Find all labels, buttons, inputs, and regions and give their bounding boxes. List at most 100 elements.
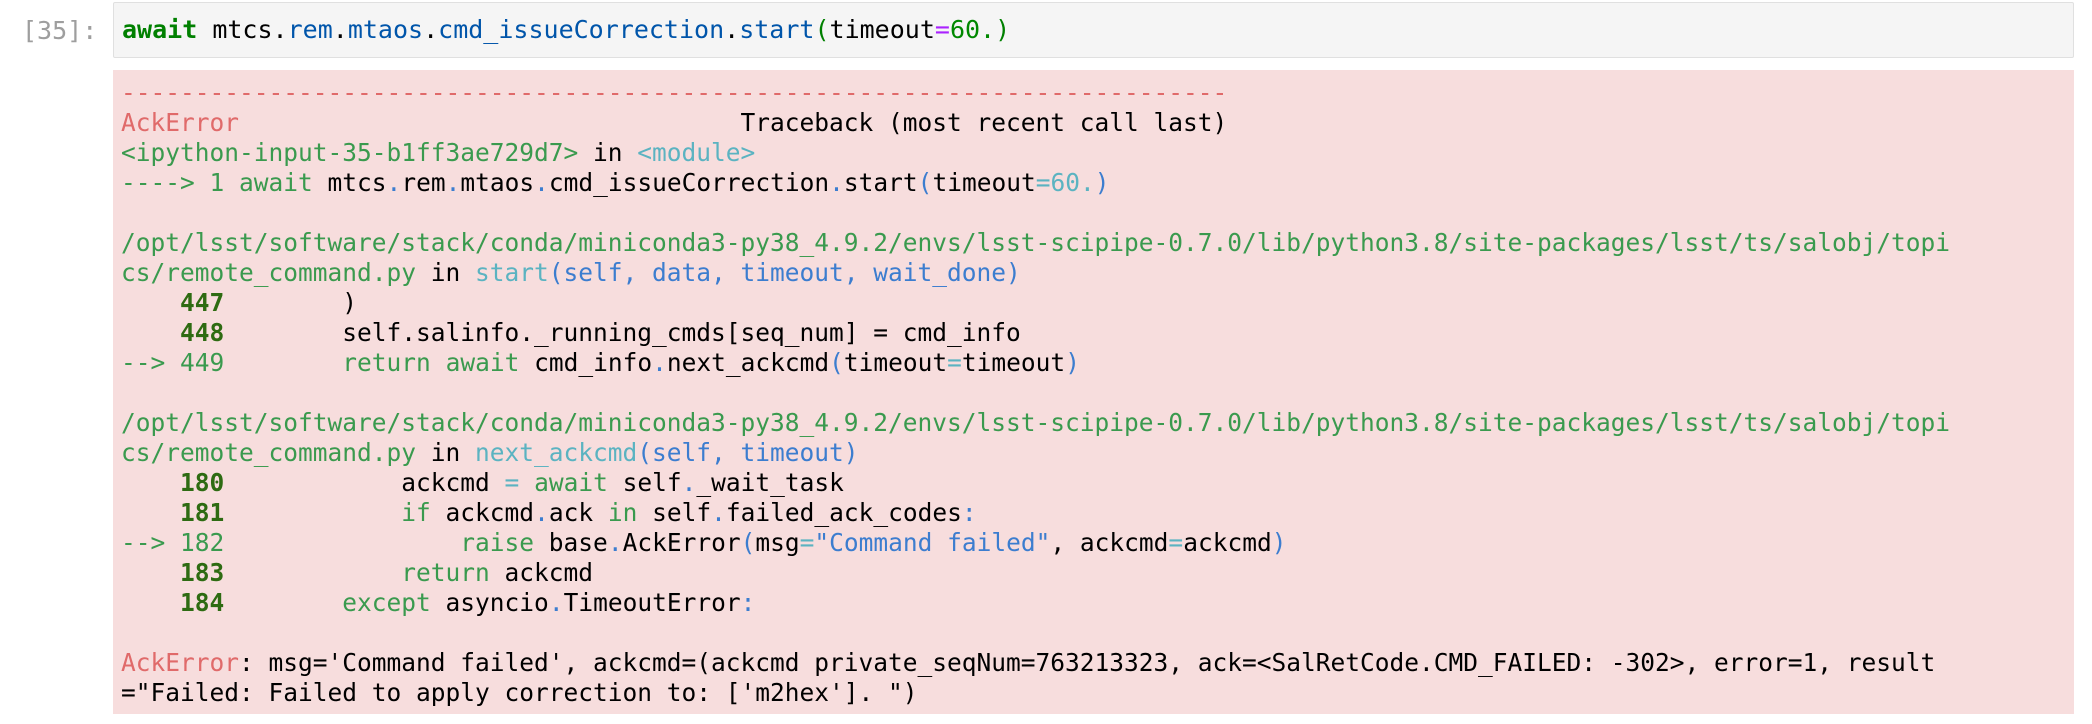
code-paren: ( xyxy=(740,528,756,557)
code-text: self xyxy=(607,468,682,497)
code-eq: = xyxy=(799,528,815,557)
code-dot: . xyxy=(534,498,549,527)
frame1-path-line1: /opt/lsst/software/stack/conda/miniconda… xyxy=(121,228,1951,257)
final-error-name: AckError xyxy=(121,648,240,677)
code-number: 60. xyxy=(949,15,996,44)
code-dot: . xyxy=(724,15,740,44)
frame2-path-tail: cs/remote_command.py xyxy=(121,438,417,467)
error-name: AckError xyxy=(121,108,240,137)
frame1-path-tail: cs/remote_command.py xyxy=(121,258,417,287)
error-output: ----------------------------------------… xyxy=(113,70,2074,714)
frame2-signature: (self, timeout) xyxy=(637,438,859,467)
code-attr-mtaos: mtaos xyxy=(347,15,424,44)
frame0-arrow: ----> 1 xyxy=(121,168,240,197)
header-gap xyxy=(239,108,741,137)
code-obj: mtcs xyxy=(212,15,273,44)
frame1-line-447: 447 ) xyxy=(121,288,2074,318)
frame0-in: in xyxy=(578,138,638,167)
code-eq: = xyxy=(947,348,962,377)
code-dot: . xyxy=(681,468,697,497)
kw-except: except xyxy=(342,588,431,617)
kw-return: return xyxy=(342,348,431,377)
code-class: AckError xyxy=(622,528,741,557)
traceback-separator: ----------------------------------------… xyxy=(121,78,1228,107)
line-number: 181 xyxy=(121,498,225,527)
frame1-func: start xyxy=(475,258,549,287)
frame0-location-line: <ipython-input-35-b1ff3ae729d7> in <modu… xyxy=(121,138,2074,168)
code-text: ack xyxy=(548,498,608,527)
frame0-eq: = xyxy=(1035,168,1051,197)
code-text: base xyxy=(534,528,608,557)
code-text: asyncio xyxy=(430,588,549,617)
code-paren: ( xyxy=(814,15,830,44)
code-dot: . xyxy=(423,15,439,44)
code-paren: ) xyxy=(1271,528,1287,557)
line-code: ) xyxy=(224,288,358,317)
code-eq: = xyxy=(1168,528,1184,557)
code-dot: . xyxy=(607,528,623,557)
frame0-code-line: ----> 1 await mtcs.rem.mtaos.cmd_issueCo… xyxy=(121,168,2074,198)
code-val: ackcmd xyxy=(1183,528,1272,557)
code-paren: ( xyxy=(829,348,844,377)
code-attr-cmd: cmd_issueCorrection xyxy=(438,15,725,44)
code-colon: : xyxy=(740,588,756,617)
code-dot: . xyxy=(548,588,564,617)
code-input-cell[interactable]: await mtcs.rem.mtaos.cmd_issueCorrection… xyxy=(113,2,2074,58)
frame0-val: 60. xyxy=(1050,168,1095,197)
code-equals: = xyxy=(934,15,950,44)
frame2-line-181: 181 if ackcmd.ack in self.failed_ack_cod… xyxy=(121,498,2074,528)
frame1-signature: (self, data, timeout, wait_done) xyxy=(548,258,1021,287)
kw-if: if xyxy=(401,498,431,527)
frame2-line-184: 184 except asyncio.TimeoutError: xyxy=(121,588,2074,618)
code-val: timeout xyxy=(961,348,1066,377)
code-text: cmd_info xyxy=(519,348,653,377)
code-dot: . xyxy=(332,15,348,44)
final-error-line2: ="Failed: Failed to apply correction to:… xyxy=(121,678,918,707)
line-code: self.salinfo._running_cmds[seq_num] = cm… xyxy=(224,318,1021,347)
line-number: 447 xyxy=(121,288,225,317)
frame0-obj: mtcs xyxy=(312,168,387,197)
frame0-dot: . xyxy=(534,168,549,197)
frame2-path-line2: cs/remote_command.py in next_ackcmd(self… xyxy=(121,438,2074,468)
code-line[interactable]: await mtcs.rem.mtaos.cmd_issueCorrection… xyxy=(122,15,1010,45)
code-string: "Command failed" xyxy=(814,528,1051,557)
frame1-path-line2: cs/remote_command.py in start(self, data… xyxy=(121,258,2074,288)
code-arg: timeout xyxy=(829,15,935,44)
code-attr-rem: rem xyxy=(287,15,333,44)
code-eq: = xyxy=(504,468,520,497)
code-text: ackcmd xyxy=(224,468,505,497)
frame0-dot: . xyxy=(445,168,461,197)
frame0-paren: ) xyxy=(1094,168,1110,197)
traceback-header: AckError Traceback (most recent call las… xyxy=(121,108,2074,138)
code-arg: msg xyxy=(755,528,800,557)
frame0-location: <ipython-input-35-b1ff3ae729d7> xyxy=(121,138,579,167)
kw-await: await xyxy=(534,468,608,497)
code-paren: ) xyxy=(1065,348,1080,377)
frame2-line-183: 183 return ackcmd xyxy=(121,558,2074,588)
frame2-line-182: --> 182 raise base.AckError(msg="Command… xyxy=(121,528,2074,558)
frame1-in: in xyxy=(416,258,476,287)
keyword-await: await xyxy=(122,15,198,44)
code-call: next_ackcmd xyxy=(666,348,830,377)
code-text: self xyxy=(637,498,712,527)
line-number: 183 xyxy=(121,558,225,587)
frame2-func: next_ackcmd xyxy=(475,438,638,467)
kw-return: return xyxy=(401,558,490,587)
code-text: ackcmd xyxy=(489,558,594,587)
kw-in: in xyxy=(607,498,638,527)
frame1-line-449: --> 449 return await cmd_info.next_ackcm… xyxy=(121,348,2074,378)
final-error-line1: AckError: msg='Command failed', ackcmd=(… xyxy=(121,648,2074,678)
frame0-arg: timeout xyxy=(932,168,1036,197)
frame0-rem: rem xyxy=(401,168,446,197)
cell-prompt: [35]: xyxy=(22,16,98,45)
code-dot: . xyxy=(652,348,667,377)
code-dot: . xyxy=(272,15,288,44)
code-paren: ) xyxy=(995,15,1011,44)
